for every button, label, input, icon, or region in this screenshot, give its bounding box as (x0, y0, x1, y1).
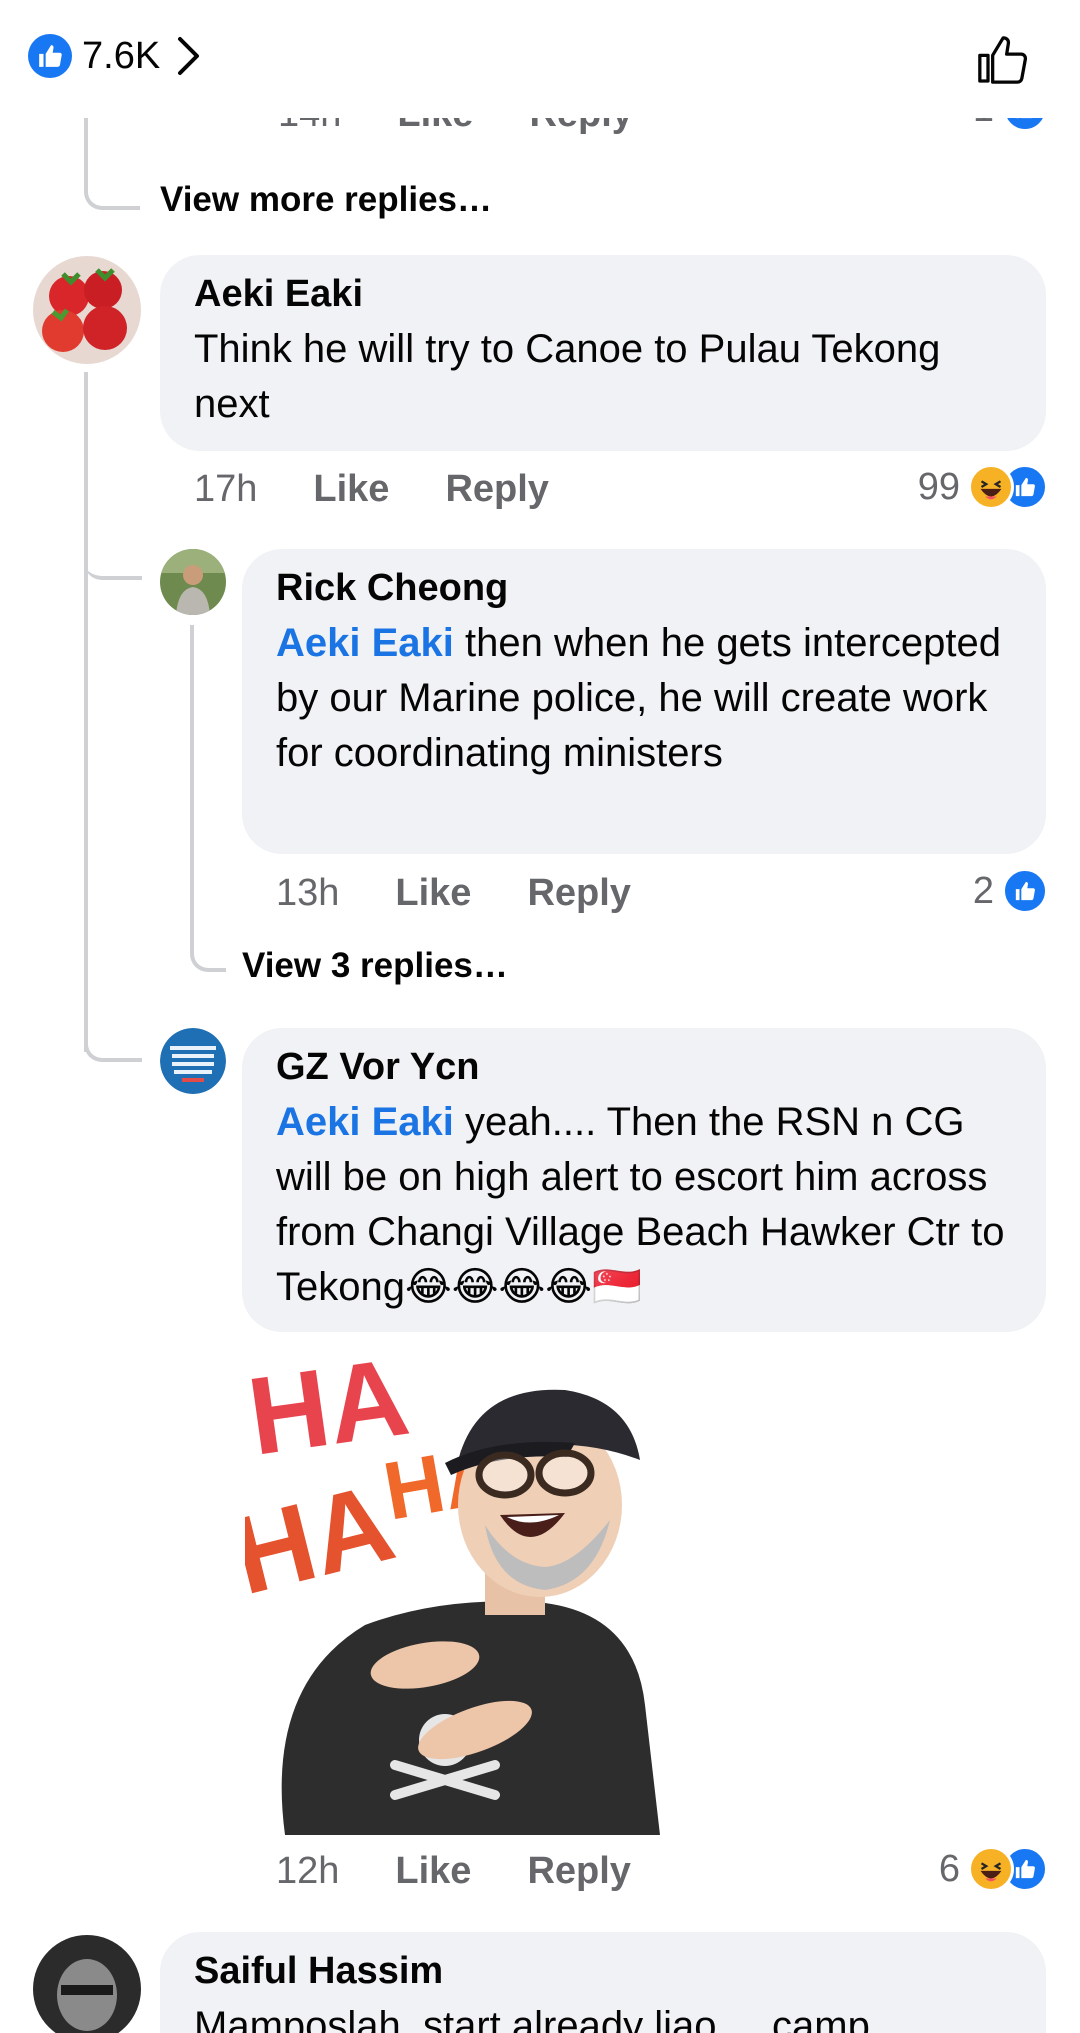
like-link[interactable]: Like (313, 468, 389, 511)
reaction-count[interactable]: 2 (973, 868, 1048, 914)
comment-meta: 13h Like Reply (276, 872, 687, 915)
comment-text: Mamposlah, start already liao.... camp (194, 2004, 870, 2033)
reply-link[interactable]: Reply (527, 1850, 630, 1893)
avatar[interactable] (160, 1028, 226, 1094)
reply-link[interactable]: Reply (445, 468, 548, 511)
reply-link[interactable]: Reply (527, 872, 630, 915)
like-link[interactable]: Like (395, 1850, 471, 1893)
comment-bubble[interactable]: Rick Cheong Aeki Eaki then when he gets … (242, 549, 1046, 854)
avatar[interactable] (33, 256, 141, 364)
thread-line (84, 1000, 142, 1062)
comment-time: 17h (194, 468, 258, 510)
comment-bubble[interactable]: Aeki Eaki Think he will try to Canoe to … (160, 255, 1046, 451)
reaction-count[interactable]: 99 (918, 464, 1048, 510)
comment-author[interactable]: GZ Vor Ycn (276, 1046, 1012, 1089)
laughing-sticker[interactable]: HA HA HA (221, 1335, 740, 1835)
comment-bubble[interactable]: GZ Vor Ycn Aeki Eaki yeah.... Then the R… (242, 1028, 1046, 1332)
reaction-count[interactable]: 6 (939, 1846, 1048, 1892)
comment-bubble[interactable]: Saiful Hassim Mamposlah, start already l… (160, 1932, 1046, 2033)
haha-reaction-icon (968, 1846, 1014, 1892)
comment-text: Think he will try to Canoe to Pulau Teko… (194, 327, 941, 426)
comment-time: 12h (276, 1850, 340, 1892)
reactions-header: 7.6K (0, 0, 1080, 118)
view-more-replies-link[interactable]: View more replies… (160, 180, 492, 220)
sticker-text: HA (245, 1461, 405, 1619)
reaction-count: 7.6K (82, 34, 161, 77)
comment-author[interactable]: Rick Cheong (276, 567, 1012, 610)
mention-link[interactable]: Aeki Eaki (276, 621, 454, 665)
like-reaction-icon (1002, 868, 1048, 914)
haha-reaction-icon (968, 464, 1014, 510)
thread-line (84, 520, 142, 580)
comment-time: 13h (276, 872, 340, 914)
comment-text: Aeki Eaki then when he gets intercepted … (276, 621, 1001, 775)
chevron-right-icon (178, 37, 200, 75)
comment-author[interactable]: Aeki Eaki (194, 273, 1012, 316)
avatar[interactable] (160, 549, 226, 615)
avatar[interactable] (33, 1935, 141, 2033)
comment-text: Aeki Eaki yeah.... Then the RSN n CG wil… (276, 1100, 1005, 1309)
thread-line (190, 625, 226, 972)
mention-link[interactable]: Aeki Eaki (276, 1100, 454, 1144)
reactions-summary[interactable]: 7.6K (28, 34, 202, 78)
like-link[interactable]: Like (395, 872, 471, 915)
comment-meta: 17h Like Reply (194, 468, 605, 511)
comment-meta: 12h Like Reply (276, 1850, 687, 1893)
thumbs-up-outline-icon[interactable] (974, 32, 1030, 88)
thread-line (84, 372, 88, 1052)
view-replies-link[interactable]: View 3 replies… (242, 946, 508, 986)
comment-author[interactable]: Saiful Hassim (194, 1950, 1012, 1993)
like-badge-icon (28, 34, 72, 78)
